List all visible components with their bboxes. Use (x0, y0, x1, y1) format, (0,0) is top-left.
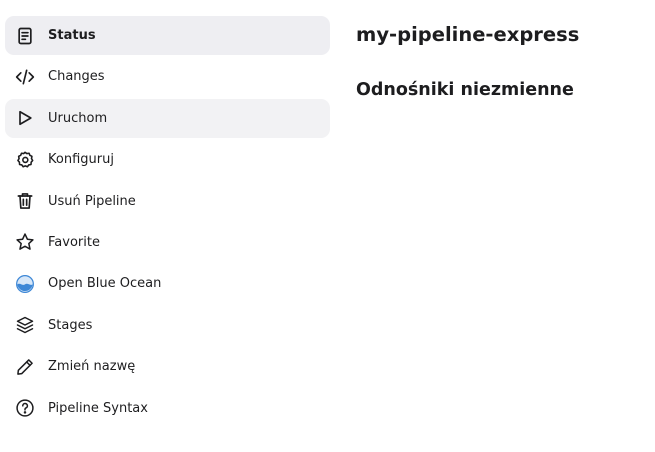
sidebar-item-configure[interactable]: Konfiguruj (5, 140, 330, 179)
help-icon (14, 397, 36, 419)
sidebar-item-label: Pipeline Syntax (48, 400, 148, 416)
sidebar-item-label: Konfiguruj (48, 152, 114, 168)
sidebar-item-label: Open Blue Ocean (48, 276, 162, 292)
permalinks-heading: Odnośniki niezmienne (356, 80, 574, 100)
document-icon (14, 25, 36, 47)
pencil-icon (14, 356, 36, 378)
play-icon (14, 107, 36, 129)
sidebar-item-label: Stages (48, 317, 93, 333)
sidebar-item-label: Status (48, 28, 96, 43)
sidebar-item-favorite[interactable]: Favorite (5, 223, 330, 262)
gear-icon (14, 149, 36, 171)
star-icon (14, 231, 36, 253)
sidebar-item-delete-pipeline[interactable]: Usuń Pipeline (5, 182, 330, 221)
trash-icon (14, 190, 36, 212)
sidebar-item-label: Uruchom (48, 110, 108, 126)
sidebar-item-rename[interactable]: Zmień nazwę (5, 347, 330, 386)
blue-ocean-icon (14, 273, 36, 295)
sidebar-item-changes[interactable]: Changes (5, 57, 330, 96)
sidebar-item-pipeline-syntax[interactable]: Pipeline Syntax (5, 389, 330, 428)
page-title: my-pipeline-express (356, 23, 580, 46)
layers-icon (14, 314, 36, 336)
sidebar-item-stages[interactable]: Stages (5, 306, 330, 345)
main-content: my-pipeline-express Odnośniki niezmienne (356, 22, 646, 102)
code-icon (14, 66, 36, 88)
sidebar: Status Changes Uruchom Konfiguruj Usuń P… (5, 16, 330, 430)
sidebar-item-label: Usuń Pipeline (48, 193, 136, 209)
sidebar-item-run[interactable]: Uruchom (5, 98, 330, 138)
sidebar-item-label: Zmień nazwę (48, 359, 136, 375)
sidebar-item-status[interactable]: Status (5, 16, 330, 55)
sidebar-item-label: Changes (48, 69, 105, 85)
sidebar-item-label: Favorite (48, 234, 100, 250)
sidebar-item-open-blue-ocean[interactable]: Open Blue Ocean (5, 264, 330, 303)
